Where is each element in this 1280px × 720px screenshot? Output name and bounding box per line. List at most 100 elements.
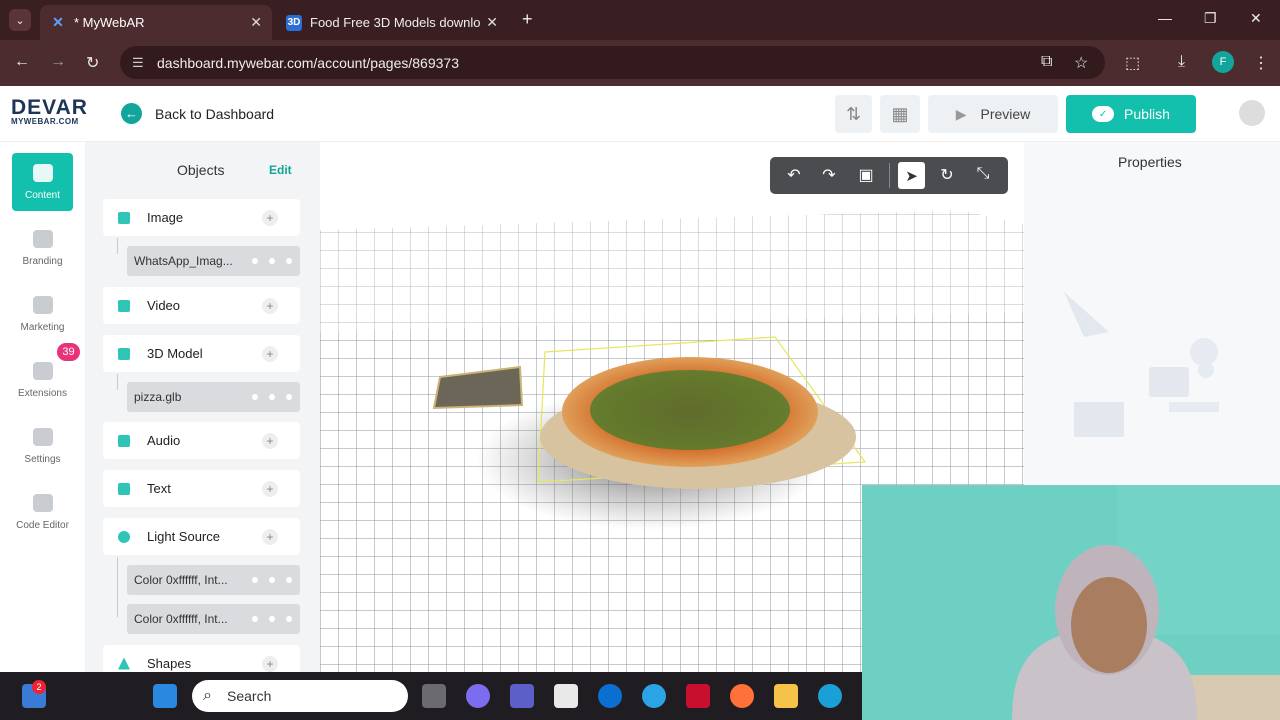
bookmark-star-icon[interactable]: ☆ [1074, 53, 1088, 73]
thumbs-up-icon [32, 295, 53, 314]
properties-title: Properties [1118, 154, 1182, 170]
windows-start-icon[interactable] [153, 684, 177, 708]
objects-edit-link[interactable]: Edit [269, 163, 292, 177]
address-bar[interactable]: ☰ dashboard.mywebar.com/account/pages/86… [120, 46, 1105, 79]
extensions-count-badge: 39 [57, 343, 80, 361]
rail-item-settings[interactable]: Settings [12, 417, 73, 475]
object-group-shapes[interactable]: Shapes + [103, 645, 300, 672]
app-header: DEVAR MYWEBAR.COM ← Back to Dashboard ⇅ … [0, 86, 1280, 142]
text-icon [118, 482, 130, 495]
add-icon[interactable]: + [262, 655, 278, 672]
rail-item-content[interactable]: Content [12, 153, 73, 211]
taskbar-search[interactable]: ⌕ Search [192, 680, 408, 712]
add-icon[interactable]: + [262, 528, 278, 545]
object-actions[interactable] [252, 258, 292, 264]
objects-title: Objects [177, 162, 225, 178]
user-avatar-icon[interactable] [1239, 100, 1265, 126]
group-label: Shapes [147, 656, 192, 671]
object-actions[interactable] [252, 577, 292, 583]
redo-icon[interactable]: ↷ [818, 165, 840, 185]
site-info-icon[interactable]: ☰ [132, 55, 144, 71]
tab-food-models[interactable]: 3D Food Free 3D Models downloa ✕ [276, 5, 508, 40]
download-icon[interactable]: ⤓ [1178, 53, 1185, 71]
help-icon[interactable] [642, 684, 666, 708]
add-icon[interactable]: + [262, 432, 278, 449]
back-to-dashboard-link[interactable]: ← Back to Dashboard [121, 103, 274, 124]
video-icon [118, 299, 130, 312]
object-actions[interactable] [252, 394, 292, 400]
tree-line [117, 557, 118, 617]
preview-button[interactable]: ▶ Preview [928, 95, 1058, 133]
teams-icon[interactable] [510, 684, 534, 708]
extensions-icon[interactable]: ⬚ [1125, 53, 1140, 73]
object-group-text[interactable]: Text + [103, 470, 300, 507]
rail-item-branding[interactable]: Branding [12, 219, 73, 277]
object-group-3d-model[interactable]: 3D Model + [103, 335, 300, 372]
scale-icon[interactable]: ⤡ [972, 165, 994, 183]
webcam-overlay [862, 485, 1280, 720]
reload-icon[interactable]: ↻ [86, 53, 99, 73]
left-nav-rail: Content Branding Marketing Extensions Se… [0, 142, 85, 672]
close-window-icon[interactable]: ✕ [1250, 10, 1262, 27]
profile-avatar[interactable]: F [1212, 51, 1234, 73]
copilot-icon[interactable] [466, 684, 490, 708]
group-label: Text [147, 481, 171, 496]
object-group-light-source[interactable]: Light Source + [103, 518, 300, 555]
back-label: Back to Dashboard [155, 105, 275, 122]
add-icon[interactable]: + [262, 480, 278, 497]
mywebar-favicon-icon: ✕ [52, 14, 64, 30]
firefox-icon[interactable] [730, 684, 754, 708]
publish-button[interactable]: ✓ Publish [1066, 95, 1196, 133]
sort-button[interactable]: ⇅ [835, 95, 872, 133]
object-item-light-1[interactable]: Color 0xffffff, Int... [127, 565, 300, 595]
close-tab-icon[interactable]: ✕ [486, 14, 498, 31]
object-item-label: Color 0xffffff, Int... [134, 573, 228, 587]
save-icon[interactable]: ▣ [855, 165, 877, 185]
qr-code-button[interactable]: ▦ [880, 95, 920, 133]
hp-icon[interactable] [598, 684, 622, 708]
object-item-whatsapp-image[interactable]: WhatsApp_Imag... [127, 246, 300, 276]
mcafee-icon[interactable] [686, 684, 710, 708]
tab-mywebar[interactable]: ✕ * MyWebAR ✕ [40, 5, 272, 40]
object-item-pizza-glb[interactable]: pizza.glb [127, 382, 300, 412]
object-group-image[interactable]: Image + [103, 199, 300, 236]
publish-label: Publish [1124, 106, 1170, 122]
edge-icon[interactable] [818, 684, 842, 708]
rotate-icon[interactable]: ↻ [936, 165, 958, 185]
forward-arrow-icon[interactable]: → [50, 53, 66, 71]
add-icon[interactable]: + [262, 297, 278, 314]
rail-item-code-editor[interactable]: Code Editor [12, 483, 73, 541]
object-actions[interactable] [252, 616, 292, 622]
browser-menu-icon[interactable]: ⋮ [1253, 53, 1269, 73]
windows-taskbar: ⌕ Search [0, 672, 862, 720]
rail-item-marketing[interactable]: Marketing [12, 285, 73, 343]
rail-label: Marketing [20, 321, 65, 333]
back-arrow-icon[interactable]: ← [14, 53, 30, 71]
tab-search-menu[interactable]: ⌄ [9, 9, 31, 31]
tree-line [117, 374, 118, 390]
settings-sliders-icon [32, 427, 53, 446]
minimize-icon[interactable]: — [1158, 10, 1172, 26]
notification-badge: 2 [32, 680, 46, 694]
close-tab-icon[interactable]: ✕ [250, 14, 262, 31]
new-tab-icon[interactable]: + [522, 9, 533, 30]
object-item-label: Color 0xffffff, Int... [134, 612, 228, 626]
undo-icon[interactable]: ↶ [783, 165, 805, 185]
tab-title: * MyWebAR [74, 15, 145, 30]
store-icon[interactable] [554, 684, 578, 708]
select-cursor-icon[interactable]: ➤ [898, 162, 925, 189]
add-icon[interactable]: + [262, 345, 278, 362]
restore-icon[interactable]: ❐ [1204, 10, 1217, 27]
group-label: 3D Model [147, 346, 203, 361]
object-group-audio[interactable]: Audio + [103, 422, 300, 459]
object-group-video[interactable]: Video + [103, 287, 300, 324]
code-icon [32, 493, 53, 512]
install-app-icon[interactable]: ⧉ [1041, 53, 1052, 71]
group-label: Light Source [147, 529, 220, 544]
object-item-light-2[interactable]: Color 0xffffff, Int... [127, 604, 300, 634]
file-explorer-icon[interactable] [774, 684, 798, 708]
add-icon[interactable]: + [262, 209, 278, 226]
task-view-icon[interactable] [422, 684, 446, 708]
webcam-feed [862, 485, 1280, 720]
devar-logo[interactable]: DEVAR MYWEBAR.COM [11, 97, 91, 126]
